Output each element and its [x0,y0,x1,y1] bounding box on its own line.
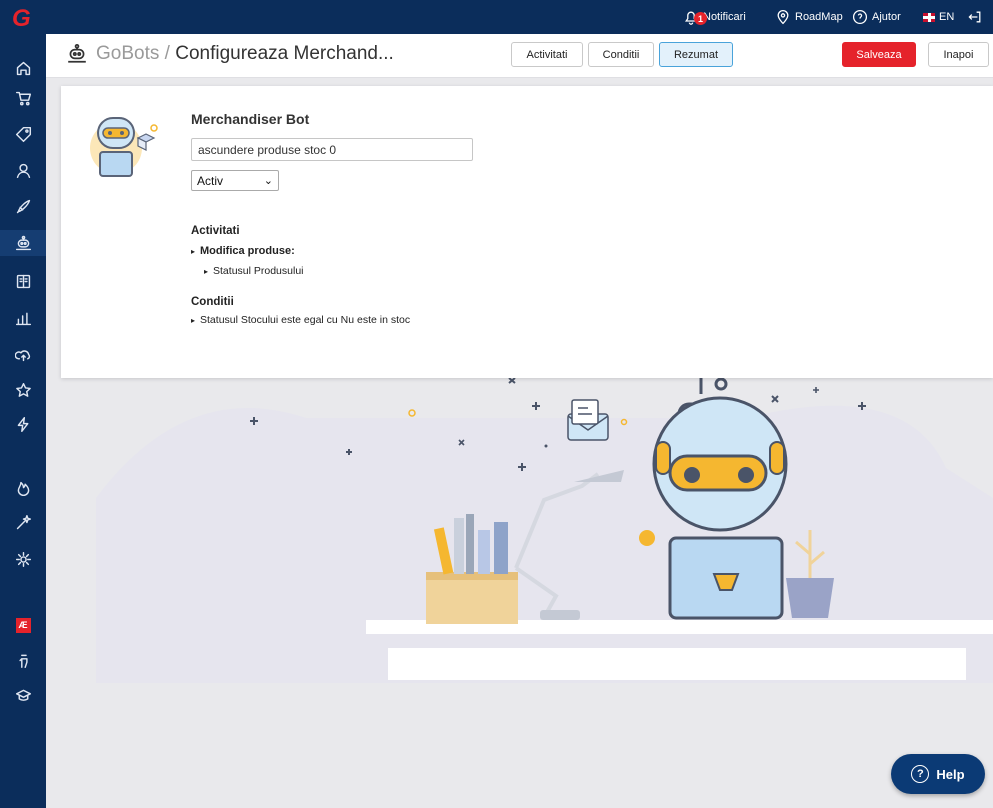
bullet-icon: ▸ [191,247,196,256]
activity-group-label: Modifica produse: [200,245,295,257]
help-button-label: Help [936,766,965,782]
merchandiser-bot-avatar [90,117,158,177]
breadcrumb-root[interactable]: GoBots [96,43,159,64]
language-label: EN [939,11,955,23]
condition-item-label: Statusul Stocului este egal cu Nu este i… [200,314,411,326]
settings-icon[interactable] [0,546,46,572]
tag-icon[interactable] [0,121,46,147]
help-link[interactable]: Ajutor [852,0,901,34]
home-icon[interactable] [0,55,46,81]
logo[interactable]: G [12,6,36,32]
bullet-icon: ▸ [204,267,209,276]
top-bar: 1 Notificari RoadMap Ajutor EN [46,0,993,34]
cloud-icon[interactable] [0,341,46,367]
question-icon: ? [911,765,930,783]
question-icon [852,9,868,25]
notification-badge: 1 [694,12,707,25]
star-icon[interactable] [0,377,46,403]
activity-item-label: Statusul Produsului [213,265,304,277]
breadcrumb-separator: / [159,43,176,64]
catalog-icon[interactable] [0,268,46,294]
reports-icon[interactable] [0,305,46,331]
save-button[interactable]: Salveaza [842,42,916,67]
activity-item: ▸ Statusul Produsului [204,265,304,277]
page-title: GoBots / Configureaza Merchand... [66,43,394,65]
fire-icon[interactable] [0,475,46,501]
breadcrumb-current: Configureaza Merchand... [175,43,394,64]
notifications-button[interactable]: 1 Notificari [683,0,746,34]
bot-status-select[interactable]: Activ ⌄ [191,170,279,191]
back-button[interactable]: Inapoi [928,42,989,67]
rocket-icon[interactable] [0,193,46,219]
magic-icon[interactable] [0,509,46,535]
map-pin-icon [775,9,791,25]
cart-icon[interactable] [0,85,46,111]
conditions-heading: Conditii [191,296,234,308]
bot-name-input[interactable] [191,138,473,161]
gobots-icon [66,43,88,65]
bot-status-value: Activ [197,173,224,188]
robot-illustration [96,378,993,683]
hand-icon[interactable] [0,647,46,673]
chevron-down-icon: ⌄ [263,175,273,187]
bot-summary-card: Merchandiser Bot Activ ⌄ Activitati ▸ Mod… [61,86,993,378]
help-button[interactable]: ? Help [891,754,985,794]
gobots-icon[interactable] [0,230,46,256]
roadmap-link[interactable]: RoadMap [775,0,843,34]
uk-flag-icon [923,12,935,22]
bullet-icon: ▸ [191,316,196,325]
bell-icon: 1 [683,9,707,25]
page-header: GoBots / Configureaza Merchand... Activi… [46,34,993,78]
notifications-label: Notificari [703,11,746,23]
tab-rezumat[interactable]: Rezumat [659,42,733,67]
bot-title: Merchandiser Bot [191,111,310,127]
help-label: Ajutor [872,11,901,23]
activity-group: ▸ Modifica produse: [191,245,295,257]
roadmap-label: RoadMap [795,11,843,23]
sidebar: G Æ [0,0,46,808]
tab-activitati[interactable]: Activitati [511,42,583,67]
academy-icon[interactable] [0,682,46,708]
customers-icon[interactable] [0,157,46,183]
bolt-icon[interactable] [0,411,46,437]
ae-icon[interactable]: Æ [0,612,46,638]
language-selector[interactable]: EN [923,0,954,34]
activities-heading: Activitati [191,225,240,237]
condition-item: ▸ Statusul Stocului este egal cu Nu este … [191,314,410,326]
tab-conditii[interactable]: Conditii [588,42,654,67]
logout-icon[interactable] [967,0,983,34]
